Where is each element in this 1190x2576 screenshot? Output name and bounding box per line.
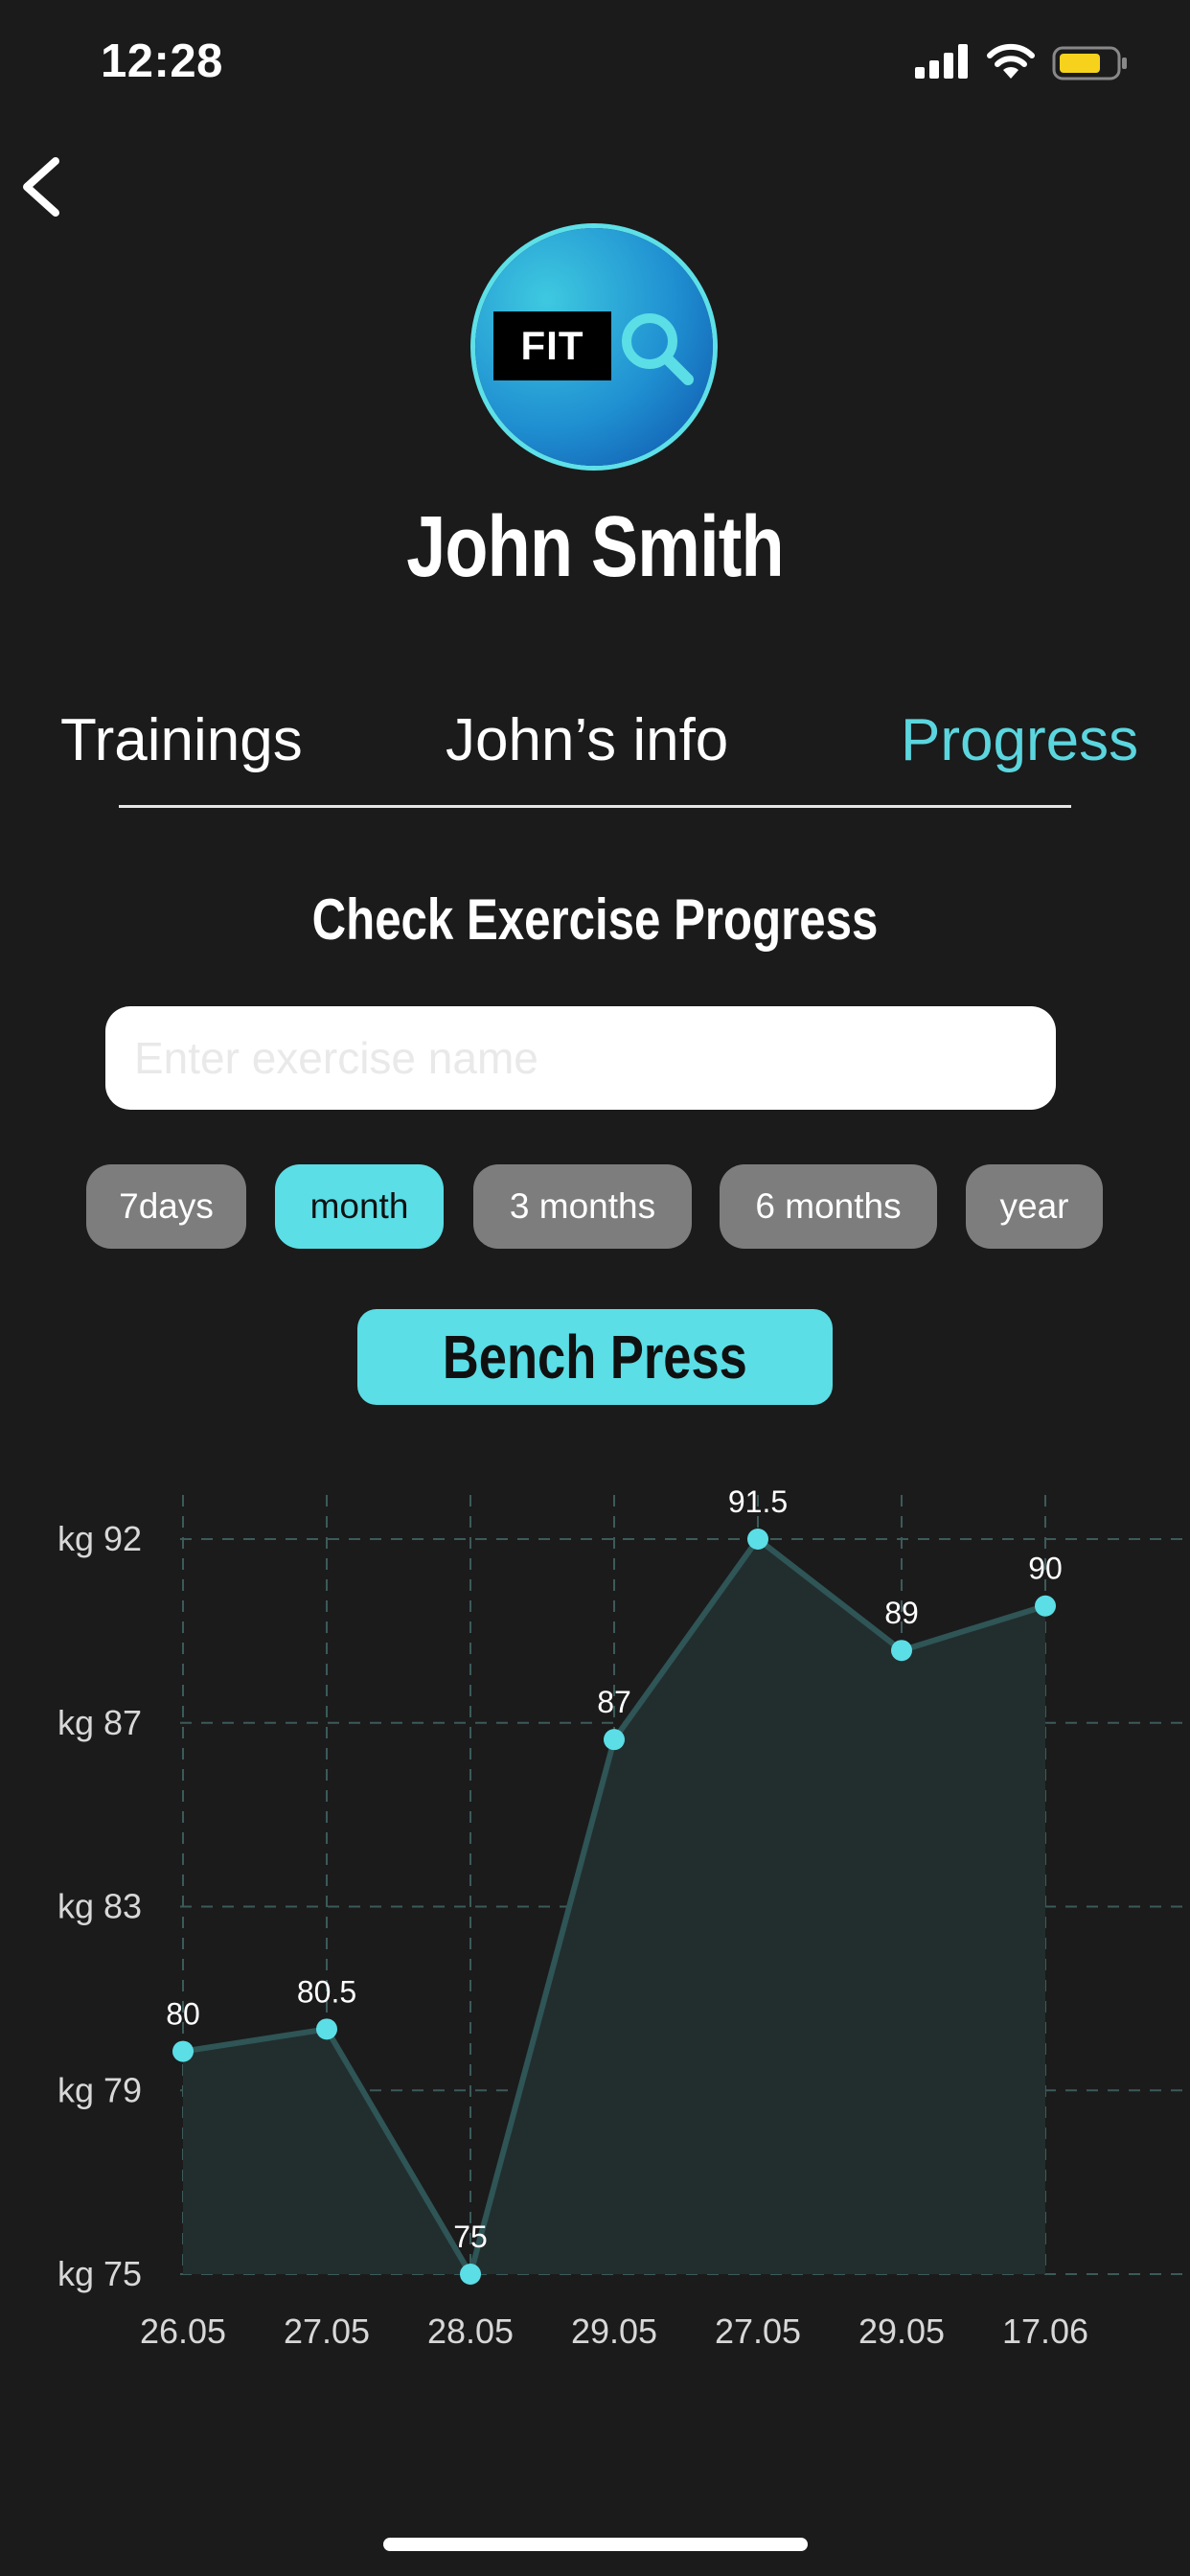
- battery-level: [1060, 54, 1100, 73]
- x-tick-label: 28.05: [427, 2312, 514, 2351]
- battery-icon: [1052, 46, 1129, 85]
- data-label: 89: [884, 1596, 919, 1630]
- status-time: 12:28: [101, 35, 223, 87]
- y-tick-label: kg 87: [57, 1703, 142, 1742]
- y-tick-label: kg 79: [57, 2070, 142, 2109]
- filter-7days[interactable]: 7days: [86, 1164, 246, 1249]
- data-point: [891, 1640, 912, 1662]
- x-tick-label: 29.05: [858, 2312, 945, 2351]
- cellular-signal-icon: [915, 44, 969, 83]
- x-tick-label: 17.06: [1002, 2312, 1088, 2351]
- data-label: 80: [166, 1997, 200, 2032]
- x-tick-label: 27.05: [715, 2312, 801, 2351]
- exercise-label: Bench Press: [443, 1322, 747, 1392]
- y-tick-label: kg 75: [57, 2254, 142, 2293]
- y-tick-label: kg 92: [57, 1519, 142, 1558]
- data-label: 80.5: [297, 1974, 356, 2009]
- tab-progress[interactable]: Progress: [901, 706, 1138, 774]
- filter-year[interactable]: year: [966, 1164, 1103, 1249]
- tab-trainings[interactable]: Trainings: [60, 706, 303, 774]
- data-point: [1035, 1595, 1056, 1617]
- back-button[interactable]: [17, 153, 65, 220]
- data-point: [747, 1529, 768, 1550]
- data-label: 90: [1028, 1552, 1063, 1586]
- chevron-left-icon: [23, 157, 59, 217]
- data-point: [172, 2040, 194, 2062]
- data-label: 87: [597, 1685, 631, 1719]
- section-heading: Check Exercise Progress: [311, 887, 879, 952]
- filter-6-months[interactable]: 6 months: [720, 1164, 937, 1249]
- filter-month[interactable]: month: [275, 1164, 444, 1249]
- filter-3-months[interactable]: 3 months: [473, 1164, 692, 1249]
- tab-johns-info[interactable]: John’s info: [446, 706, 728, 774]
- data-point: [604, 1729, 625, 1751]
- user-name: John Smith: [406, 499, 784, 595]
- logo-text: FIT: [493, 311, 611, 380]
- exercise-button[interactable]: Bench Press: [357, 1309, 833, 1405]
- y-tick-label: kg 83: [57, 1887, 142, 1926]
- x-tick-label: 26.05: [140, 2312, 226, 2351]
- data-point: [460, 2264, 481, 2285]
- home-indicator: [383, 2538, 808, 2551]
- x-tick-label: 27.05: [284, 2312, 370, 2351]
- magnifier-icon: [613, 305, 699, 396]
- progress-chart: kg 75 kg 79 kg 83 kg 87 kg 92 80 80.5 75 87 91.5 8…: [57, 1484, 1190, 2351]
- data-label: 91.5: [728, 1484, 788, 1519]
- data-label: 75: [453, 2220, 488, 2254]
- exercise-search-input[interactable]: [105, 1006, 1056, 1110]
- data-point: [316, 2018, 337, 2040]
- tab-divider: [119, 805, 1071, 808]
- x-tick-label: 29.05: [571, 2312, 657, 2351]
- wifi-icon: [985, 42, 1037, 85]
